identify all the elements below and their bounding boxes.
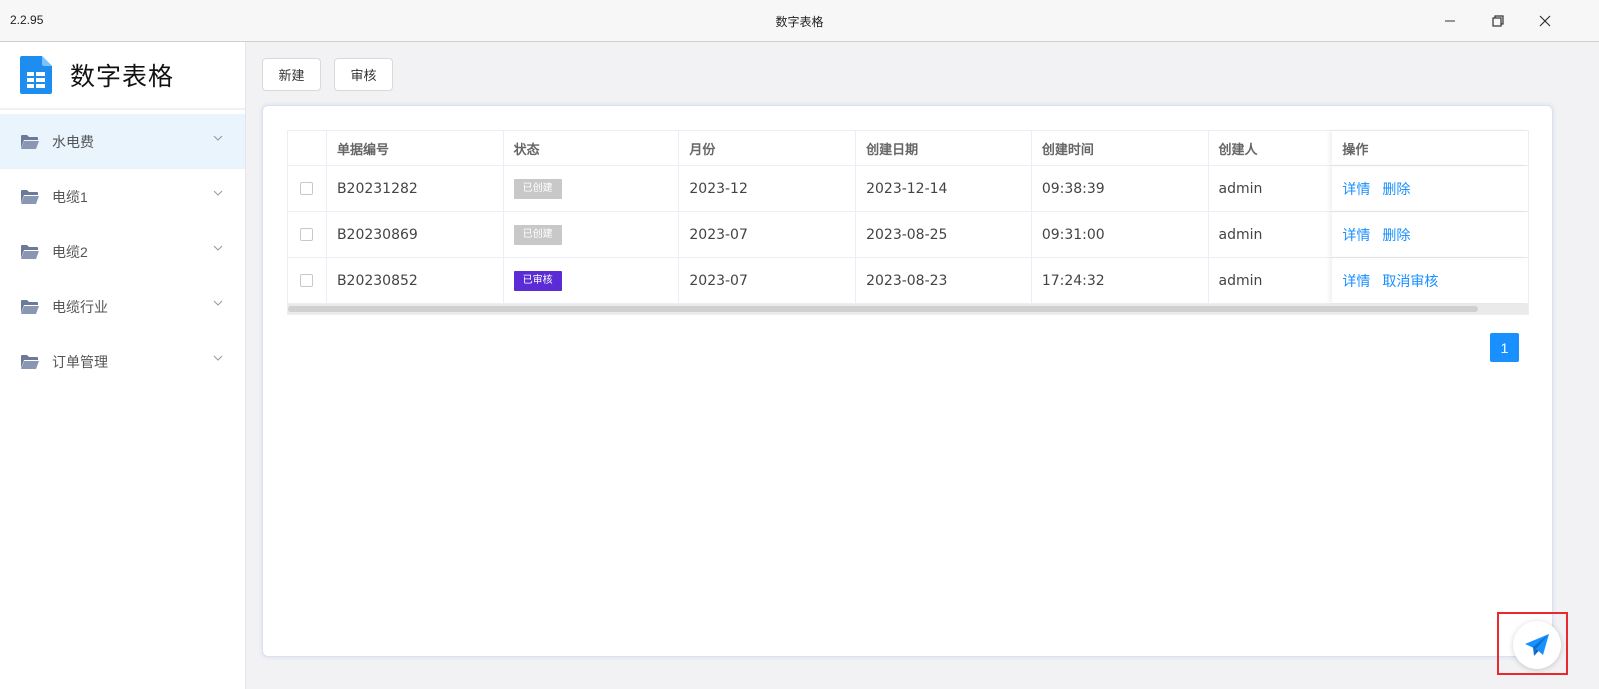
table-card: 单据编号 状态 月份 创建日期 创建时间 创建人 操作 B20231282 已创… bbox=[262, 105, 1553, 657]
details-link[interactable]: 详情 bbox=[1342, 179, 1370, 199]
creator: admin bbox=[1218, 272, 1263, 289]
sidebar-item-cable2[interactable]: 电缆2 bbox=[0, 224, 245, 279]
close-icon bbox=[1539, 15, 1551, 27]
status-badge: 已创建 bbox=[513, 224, 562, 245]
sidebar-item-cable1[interactable]: 电缆1 bbox=[0, 169, 245, 224]
status-badge: 已审核 bbox=[513, 270, 562, 291]
row-select-cell bbox=[288, 258, 327, 303]
sidebar-item-utilities[interactable]: 水电费 bbox=[0, 114, 245, 169]
table-row[interactable]: B20230852 已审核 2023-07 2023-08-23 17:24:3… bbox=[288, 258, 1528, 304]
delete-link[interactable]: 删除 bbox=[1382, 179, 1410, 199]
details-link[interactable]: 详情 bbox=[1342, 225, 1370, 245]
sidebar-item-cable-industry[interactable]: 电缆行业 bbox=[0, 279, 245, 334]
folder-icon bbox=[21, 189, 39, 204]
row-checkbox[interactable] bbox=[300, 228, 314, 241]
sidebar-item-label: 水电费 bbox=[52, 133, 94, 150]
review-button[interactable]: 审核 bbox=[334, 58, 393, 91]
close-button[interactable] bbox=[1522, 0, 1568, 42]
month: 2023-07 bbox=[679, 258, 857, 303]
restore-icon bbox=[1492, 15, 1504, 27]
sidebar-item-label: 电缆行业 bbox=[52, 298, 108, 315]
table-header: 单据编号 状态 月份 创建日期 创建时间 创建人 操作 bbox=[288, 131, 1528, 166]
window-title: 数字表格 bbox=[775, 15, 824, 29]
minimize-icon bbox=[1445, 20, 1455, 22]
chevron-down-icon bbox=[213, 245, 223, 251]
scrollbar-thumb[interactable] bbox=[288, 306, 1478, 312]
doc-id: B20231282 bbox=[327, 166, 504, 211]
status-badge: 已创建 bbox=[513, 178, 562, 199]
horizontal-scrollbar[interactable] bbox=[288, 304, 1528, 314]
chevron-down-icon bbox=[213, 355, 223, 361]
brand-header: 数字表格 bbox=[0, 42, 245, 110]
actions-cell: 详情 删除 bbox=[1332, 166, 1528, 211]
actions-cell: 详情 取消审核 bbox=[1332, 258, 1528, 303]
created-time: 09:31:00 bbox=[1032, 212, 1209, 257]
month: 2023-07 bbox=[679, 212, 857, 257]
actions-cell: 详情 删除 bbox=[1332, 212, 1528, 257]
details-link[interactable]: 详情 bbox=[1342, 271, 1370, 291]
column-header[interactable]: 创建时间 bbox=[1032, 131, 1209, 165]
status-cell: 已审核 bbox=[504, 258, 680, 303]
row-checkbox[interactable] bbox=[300, 182, 314, 195]
documents-table: 单据编号 状态 月份 创建日期 创建时间 创建人 操作 B20231282 已创… bbox=[287, 130, 1529, 315]
cancel-review-link[interactable]: 取消审核 bbox=[1382, 271, 1438, 291]
folder-icon bbox=[21, 134, 39, 149]
restore-button[interactable] bbox=[1475, 0, 1521, 42]
window-titlebar: 2.2.95 数字表格 bbox=[0, 0, 1599, 42]
column-header[interactable]: 创建人 bbox=[1209, 131, 1333, 165]
spreadsheet-logo-icon bbox=[18, 54, 56, 96]
pagination-page-button[interactable]: 1 bbox=[1490, 333, 1519, 362]
highlight-box bbox=[1497, 612, 1568, 675]
chevron-down-icon bbox=[213, 190, 223, 196]
sidebar-item-label: 订单管理 bbox=[52, 353, 108, 370]
table-row[interactable]: B20231282 已创建 2023-12 2023-12-14 09:38:3… bbox=[288, 166, 1528, 212]
column-header[interactable]: 创建日期 bbox=[856, 131, 1032, 165]
sidebar: 数字表格 水电费 电缆1 电缆2 电缆行业 订单管理 bbox=[0, 42, 246, 689]
column-header[interactable]: 状态 bbox=[504, 131, 680, 165]
folder-icon bbox=[21, 299, 39, 314]
doc-id: B20230869 bbox=[327, 212, 504, 257]
created-date: 2023-08-25 bbox=[856, 212, 1032, 257]
column-header[interactable]: 月份 bbox=[679, 131, 857, 165]
folder-icon bbox=[21, 354, 39, 369]
doc-id: B20230852 bbox=[327, 258, 504, 303]
sidebar-item-orders[interactable]: 订单管理 bbox=[0, 334, 245, 389]
table-row[interactable]: B20230869 已创建 2023-07 2023-08-25 09:31:0… bbox=[288, 212, 1528, 258]
chevron-down-icon bbox=[213, 300, 223, 306]
minimize-button[interactable] bbox=[1427, 0, 1473, 42]
created-date: 2023-08-23 bbox=[856, 258, 1032, 303]
creator: admin bbox=[1218, 226, 1263, 243]
status-cell: 已创建 bbox=[504, 166, 680, 211]
status-cell: 已创建 bbox=[504, 212, 680, 257]
sidebar-item-label: 电缆1 bbox=[52, 188, 88, 205]
select-all-cell bbox=[288, 131, 327, 165]
folder-icon bbox=[21, 244, 39, 259]
sidebar-nav: 水电费 电缆1 电缆2 电缆行业 订单管理 bbox=[0, 110, 245, 389]
month: 2023-12 bbox=[679, 166, 857, 211]
new-button[interactable]: 新建 bbox=[262, 58, 321, 91]
column-header[interactable]: 单据编号 bbox=[327, 131, 504, 165]
row-select-cell bbox=[288, 212, 327, 257]
created-time: 09:38:39 bbox=[1032, 166, 1209, 211]
column-header: 操作 bbox=[1332, 131, 1528, 165]
created-date: 2023-12-14 bbox=[856, 166, 1032, 211]
row-checkbox[interactable] bbox=[300, 274, 314, 287]
sidebar-item-label: 电缆2 bbox=[52, 243, 88, 260]
brand-title: 数字表格 bbox=[70, 63, 175, 91]
created-time: 17:24:32 bbox=[1032, 258, 1209, 303]
creator: admin bbox=[1218, 180, 1263, 197]
row-select-cell bbox=[288, 166, 327, 211]
delete-link[interactable]: 删除 bbox=[1382, 225, 1410, 245]
chevron-down-icon bbox=[213, 135, 223, 141]
